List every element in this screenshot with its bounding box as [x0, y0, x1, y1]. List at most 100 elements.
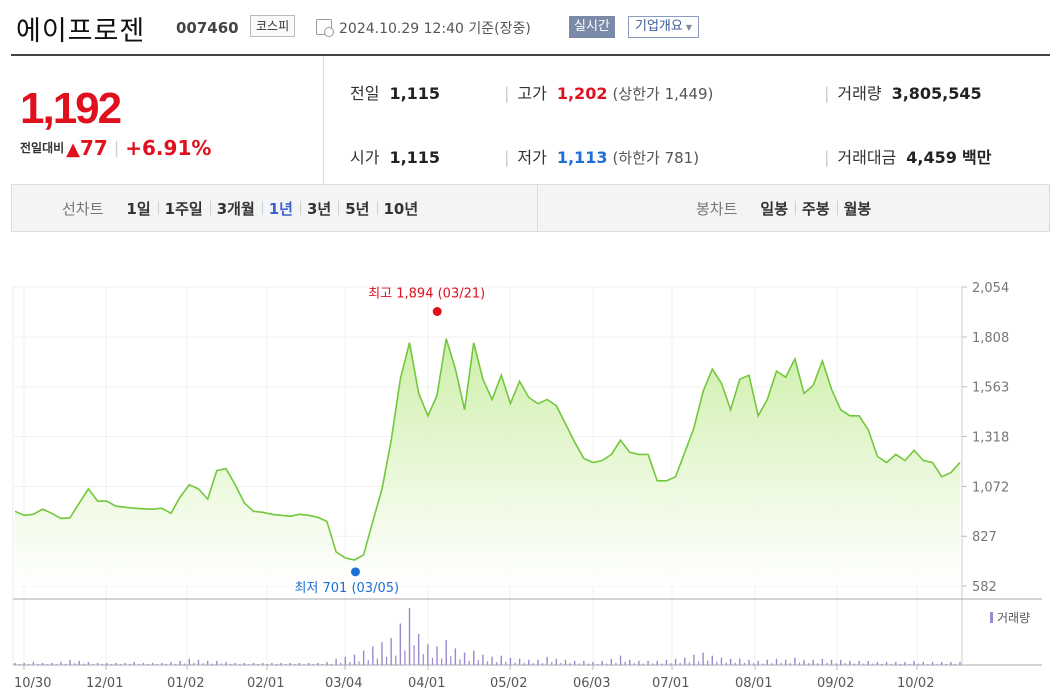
- y-tick-label: 1,808: [972, 331, 1009, 346]
- volume-bar: [312, 664, 314, 665]
- volume-bar: [564, 659, 567, 665]
- volume-bar: [537, 659, 539, 665]
- volume-bar: [546, 656, 548, 665]
- volume-bar: [124, 662, 126, 665]
- volume-value: 3,805,545: [891, 84, 982, 103]
- volume-bar: [885, 661, 888, 665]
- tab-5year[interactable]: 5년: [338, 198, 376, 219]
- tab-weekly[interactable]: 주봉: [795, 198, 837, 219]
- x-tick-label: 12/01: [86, 676, 123, 691]
- volume-bar: [826, 662, 828, 665]
- change-value: 77: [80, 136, 108, 160]
- volume-bar: [876, 661, 879, 665]
- volume-bar: [37, 663, 39, 665]
- volume-bar: [280, 662, 282, 665]
- y-tick-label: 1,563: [972, 381, 1009, 396]
- tab-monthly[interactable]: 월봉: [836, 198, 879, 219]
- x-tick-label: 04/01: [408, 676, 445, 691]
- volume-bar: [803, 659, 805, 665]
- divider: [537, 185, 538, 231]
- volume-bar: [353, 654, 356, 665]
- volume-bar: [532, 663, 534, 665]
- volume-bar: [830, 659, 833, 665]
- volume-bar: [427, 644, 429, 665]
- volume-bar: [863, 663, 865, 665]
- tab-1year[interactable]: 1년: [261, 198, 300, 219]
- volume-bar: [326, 661, 328, 665]
- volume-bar: [789, 663, 791, 665]
- market-badge: 코스피: [250, 15, 296, 37]
- current-price: 1,192: [20, 84, 122, 133]
- tab-3year[interactable]: 3년: [300, 198, 338, 219]
- volume-bar: [899, 663, 901, 665]
- volume-bar: [307, 662, 310, 665]
- volume-bar: [431, 657, 434, 665]
- volume-bar: [64, 663, 67, 665]
- volume-label: 거래량: [837, 84, 882, 103]
- volume-bar: [551, 662, 553, 665]
- volume-bar: [477, 659, 479, 665]
- volume-bar: [784, 659, 787, 665]
- open-value: 1,115: [389, 148, 441, 167]
- volume-bar: [491, 656, 493, 665]
- volume-bar: [716, 661, 718, 665]
- volume-bar: [720, 657, 723, 665]
- candle-chart-label: 봉차트: [696, 199, 738, 218]
- company-overview-dropdown[interactable]: 기업개요 ▼: [628, 16, 699, 38]
- y-tick-label: 1,072: [972, 480, 1009, 495]
- volume-bar: [509, 657, 512, 665]
- x-tick-label: 03/04: [325, 676, 362, 691]
- x-tick-label: 09/02: [817, 676, 854, 691]
- tab-1day[interactable]: 1일: [119, 198, 157, 219]
- volume-bar: [110, 664, 112, 665]
- volume-bar: [101, 664, 103, 665]
- volume-bar: [92, 663, 94, 665]
- volume-bar: [890, 663, 892, 665]
- tab-3month[interactable]: 3개월: [209, 198, 262, 219]
- volume-bar: [817, 663, 819, 665]
- volume-bar: [633, 663, 635, 665]
- price-chart[interactable]: 2,054 1,808 1,563 1,318 1,072 827 582 10/30 12/0…: [0, 268, 1050, 695]
- volume-bar: [872, 663, 874, 665]
- volume-bar: [165, 664, 167, 665]
- volume-bar: [936, 663, 938, 665]
- tab-10year[interactable]: 10년: [376, 198, 426, 219]
- volume-bar: [275, 664, 278, 665]
- volume-bar: [303, 664, 305, 665]
- tab-1week[interactable]: 1주일: [157, 198, 210, 219]
- volume-bar: [50, 662, 53, 665]
- realtime-button[interactable]: 실시간: [569, 16, 615, 38]
- volume-bar: [60, 661, 62, 665]
- volume-bar: [349, 662, 351, 665]
- volume-bar: [840, 659, 842, 665]
- volume-bar: [652, 663, 654, 665]
- volume-bar: [225, 661, 227, 665]
- volume-bar: [693, 654, 695, 665]
- volume-bar: [904, 661, 906, 665]
- volume-bar: [55, 664, 57, 665]
- volume-bar: [142, 662, 145, 665]
- volume-bar: [895, 661, 897, 665]
- volume-bar: [629, 659, 631, 665]
- volume-bar: [408, 608, 411, 665]
- volume-bar: [385, 657, 388, 665]
- volume-bar: [330, 663, 333, 665]
- low-marker: [350, 567, 360, 577]
- volume-bar: [252, 662, 255, 665]
- up-triangle-icon: ▲: [66, 139, 81, 160]
- volume-bar: [661, 663, 663, 665]
- y-tick-label: 582: [972, 580, 997, 595]
- volume-bar: [119, 664, 122, 665]
- volume-bar: [404, 650, 406, 665]
- high-price: | 고가 1,202 (상한가 1,449): [504, 80, 713, 104]
- volume-bar: [573, 660, 576, 665]
- volume-bar: [684, 657, 686, 665]
- tab-daily[interactable]: 일봉: [753, 198, 795, 219]
- volume-bar: [18, 664, 21, 665]
- volume-bar: [32, 661, 35, 665]
- volume-bar: [954, 663, 957, 665]
- quote-datetime: 2024.10.29 12:40 기준(장중): [339, 21, 531, 37]
- change-percent: +6.91%: [125, 136, 212, 160]
- volume-bar: [638, 660, 640, 665]
- company-name: 에이프로젠: [16, 16, 146, 47]
